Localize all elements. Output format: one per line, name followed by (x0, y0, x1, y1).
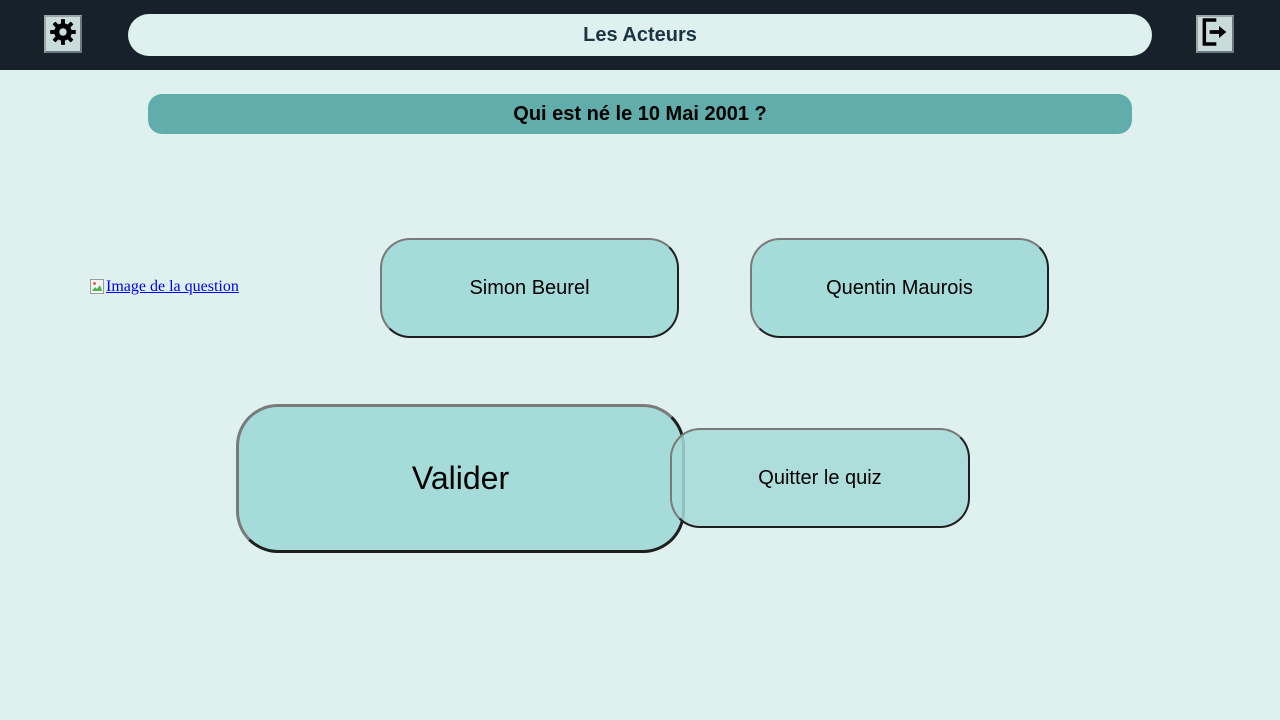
answer-label: Quentin Maurois (826, 276, 973, 299)
gear-icon (49, 18, 77, 51)
question-text: Qui est né le 10 Mai 2001 ? (148, 94, 1132, 134)
validate-label: Valider (411, 460, 510, 496)
quit-label: Quitter le quiz (758, 466, 882, 489)
broken-image-icon (90, 279, 106, 295)
logout-icon (1199, 16, 1231, 53)
answer-button-simon-beurel[interactable]: Simon Beurel (380, 238, 679, 338)
top-bar: Les Acteurs (0, 0, 1280, 70)
question-image-alt: Image de la question (106, 278, 239, 295)
settings-button[interactable] (44, 15, 82, 53)
logout-button[interactable] (1196, 15, 1234, 53)
validate-button[interactable]: Valider (236, 404, 685, 553)
question-image-link[interactable]: Image de la question (90, 278, 239, 296)
answer-label: Simon Beurel (469, 276, 590, 299)
page-title: Les Acteurs (128, 14, 1152, 56)
answer-button-quentin-maurois[interactable]: Quentin Maurois (750, 238, 1049, 338)
quit-quiz-button[interactable]: Quitter le quiz (670, 428, 970, 528)
